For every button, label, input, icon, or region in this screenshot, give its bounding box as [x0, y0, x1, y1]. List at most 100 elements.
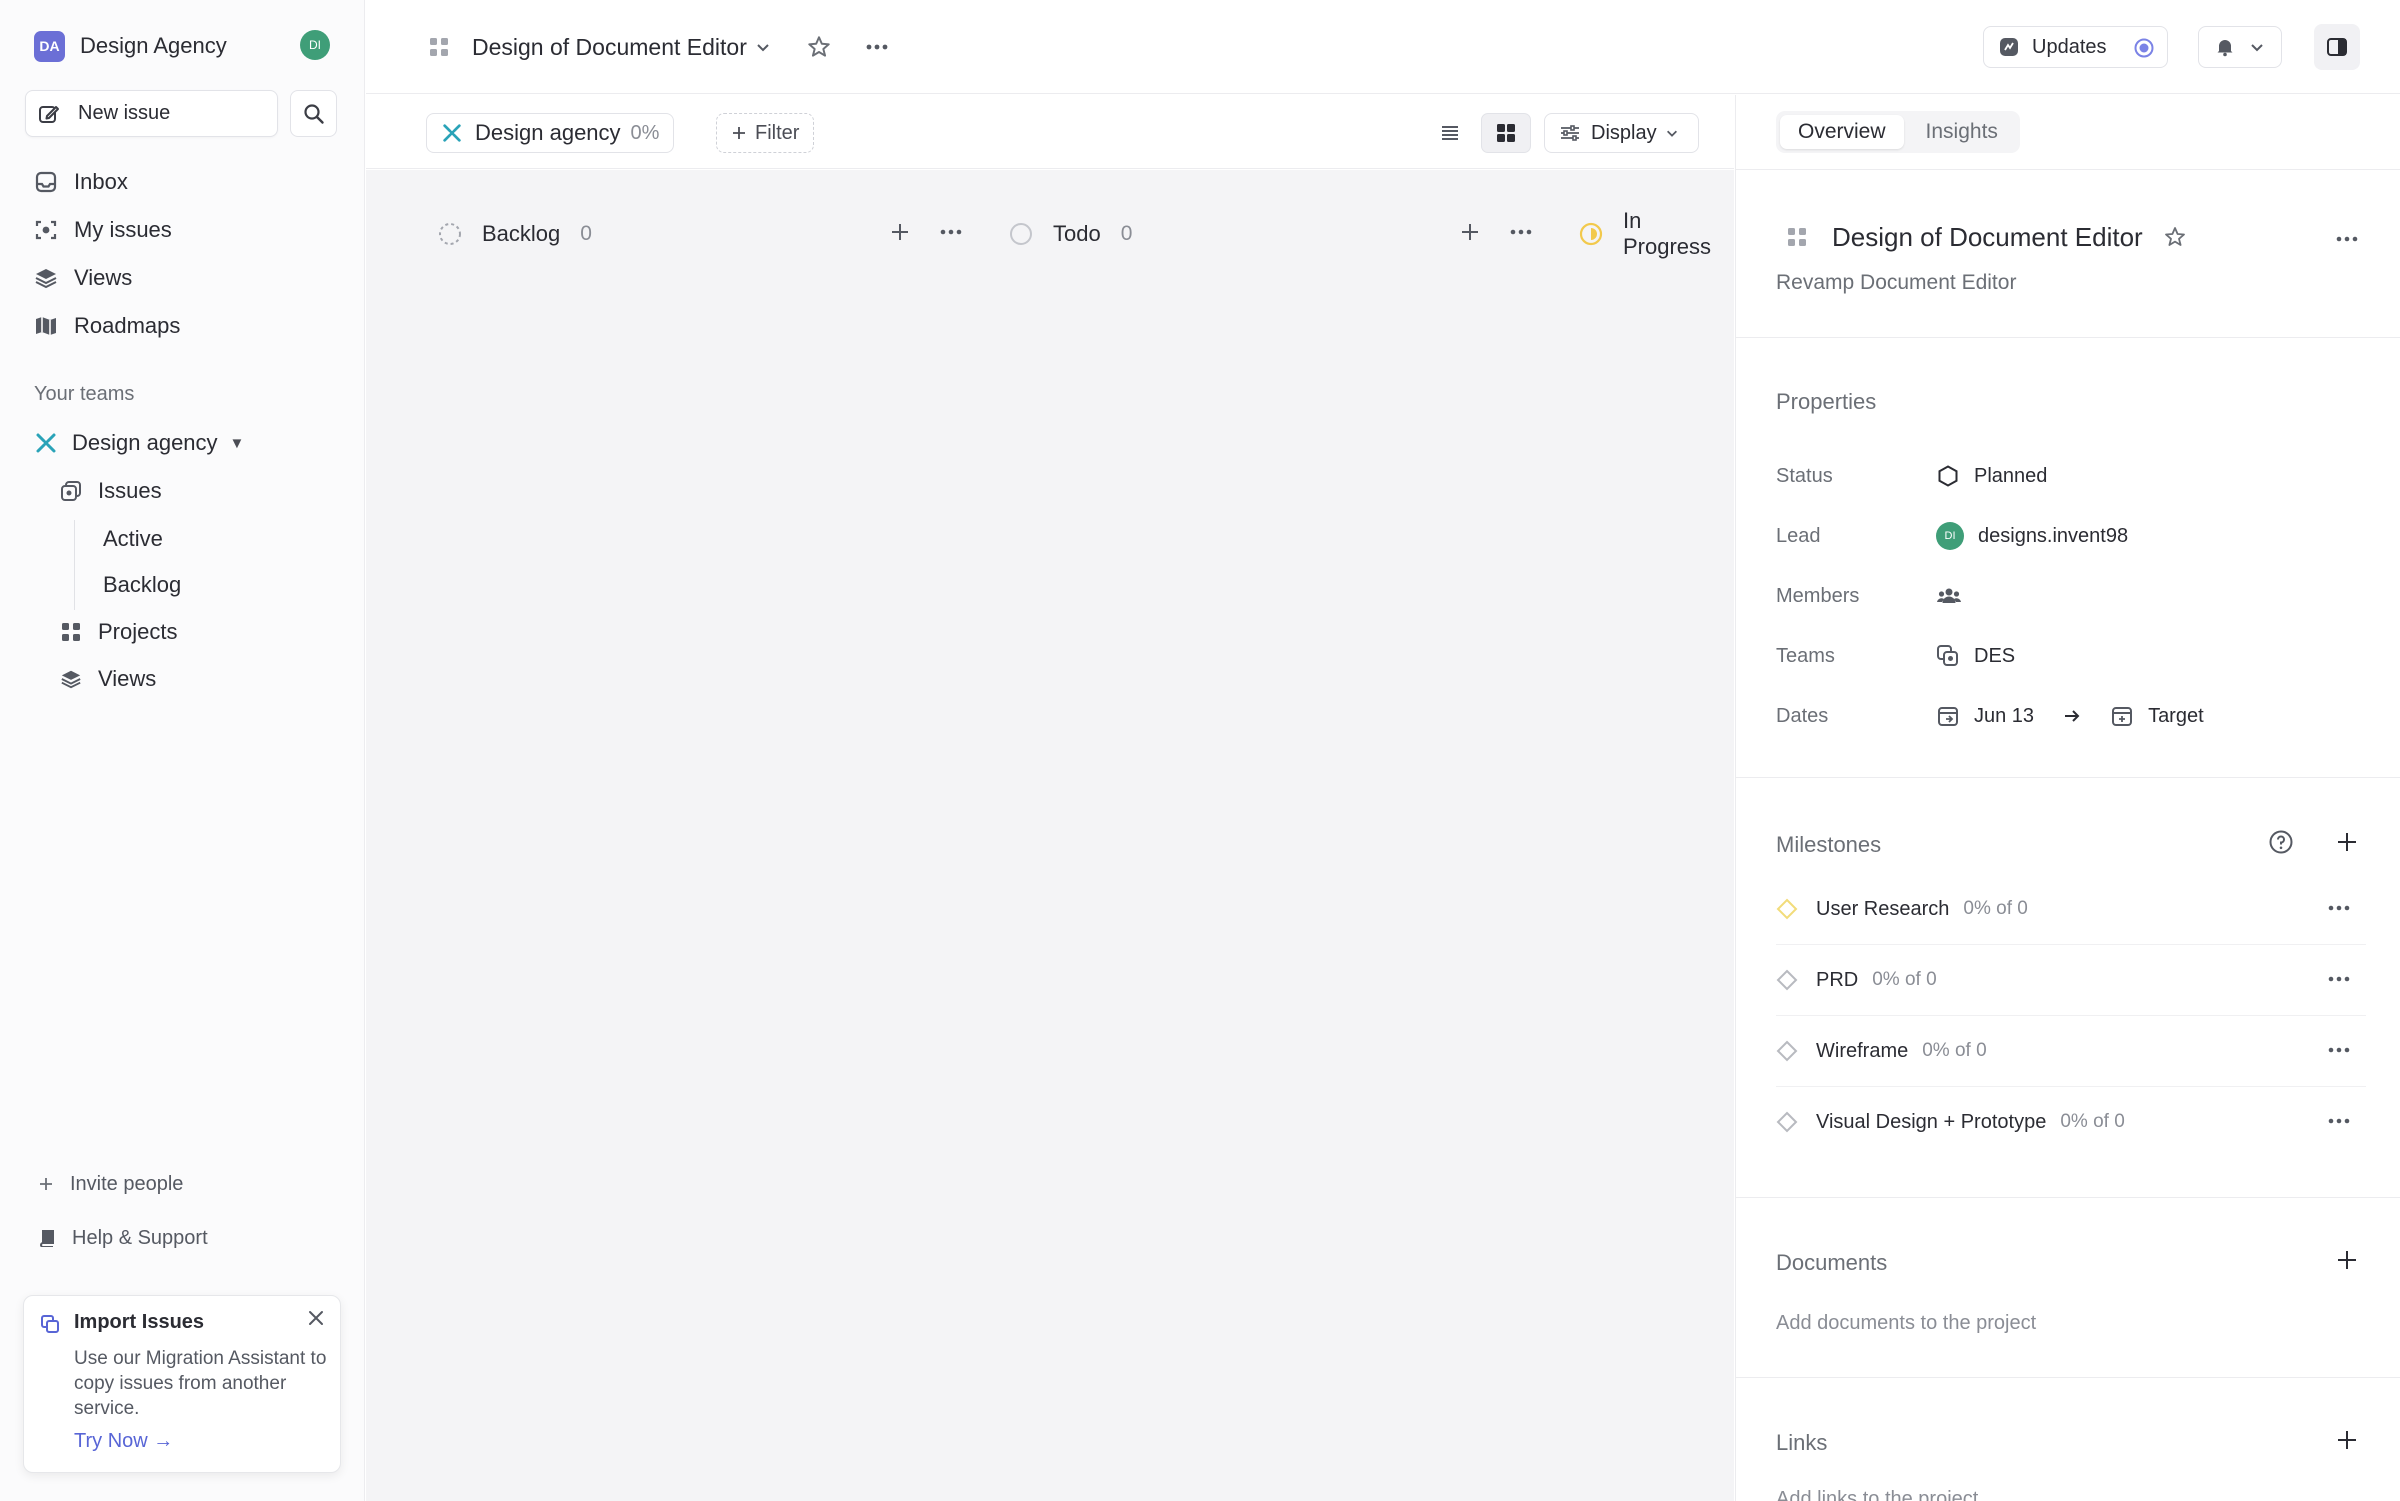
- milestone-name: Wireframe: [1816, 1039, 1909, 1062]
- divider: [1736, 1197, 2400, 1198]
- sidebar-item-inbox[interactable]: Inbox: [34, 162, 128, 202]
- documents-hint[interactable]: Add documents to the project: [1776, 1312, 2036, 1335]
- lead-value[interactable]: DI designs.invent98: [1936, 522, 2128, 550]
- status-value[interactable]: Planned: [1936, 464, 2047, 488]
- project-title-menu[interactable]: Design of Document Editor: [428, 28, 771, 66]
- workspace-logo: DA: [34, 30, 65, 62]
- favorite-star-icon[interactable]: [806, 34, 832, 60]
- sidebar-item-roadmaps[interactable]: Roadmaps: [34, 306, 180, 346]
- milestone-progress: 0% of 0: [1872, 969, 1937, 990]
- list-view-button[interactable]: [1425, 113, 1475, 153]
- plus-icon: [731, 125, 747, 141]
- sidebar-item-label: Backlog: [103, 572, 182, 597]
- milestone-row[interactable]: Wireframe 0% of 0: [1776, 1016, 2366, 1086]
- grid-icon: [60, 621, 82, 643]
- sidebar-item-my-issues[interactable]: My issues: [34, 210, 172, 250]
- column-count: 0: [1120, 222, 1133, 245]
- properties-heading: Properties: [1776, 389, 1877, 414]
- more-options-icon[interactable]: [938, 220, 964, 244]
- calendar-plus-icon: [2110, 704, 2134, 728]
- project-description[interactable]: Revamp Document Editor: [1776, 271, 2016, 295]
- property-key: Status: [1776, 464, 1833, 487]
- members-value[interactable]: [1936, 584, 1962, 608]
- status-text: Planned: [1974, 464, 2048, 487]
- updates-button[interactable]: Updates: [1983, 26, 2168, 68]
- import-icon: [40, 1314, 60, 1334]
- map-icon: [34, 314, 58, 338]
- milestone-diamond-icon: [1776, 1111, 1798, 1133]
- property-key: Dates: [1776, 704, 1829, 727]
- add-issue-icon[interactable]: [1458, 220, 1482, 244]
- milestone-row[interactable]: Visual Design + Prototype 0% of 0: [1776, 1087, 2366, 1157]
- target-icon: [34, 218, 58, 242]
- calendar-icon: [1936, 704, 1960, 728]
- property-key: Teams: [1776, 644, 1835, 667]
- milestone-row[interactable]: PRD 0% of 0: [1776, 945, 2366, 1015]
- workspace-switcher[interactable]: DA Design Agency DI: [34, 28, 330, 64]
- column-count: 0: [580, 222, 592, 245]
- teams-value[interactable]: DES: [1936, 644, 2015, 668]
- tab-overview[interactable]: Overview: [1780, 115, 1904, 149]
- more-options-icon[interactable]: [2334, 231, 2360, 247]
- divider: [1736, 1377, 2400, 1378]
- more-options-icon[interactable]: [2326, 1042, 2352, 1058]
- sidebar-item-label: My issues: [74, 217, 172, 242]
- invite-people-button[interactable]: Invite people: [38, 1167, 183, 1201]
- more-options-icon[interactable]: [864, 34, 890, 60]
- backlog-status-icon: [438, 222, 462, 246]
- links-hint[interactable]: Add links to the project: [1776, 1488, 1978, 1501]
- top-bar: Design of Document Editor Updates: [366, 0, 2400, 94]
- tab-insights[interactable]: Insights: [1908, 115, 2016, 149]
- target-date-value[interactable]: Target: [2110, 704, 2204, 728]
- add-milestone-icon[interactable]: [2334, 829, 2360, 855]
- filter-button[interactable]: Filter: [716, 113, 815, 153]
- more-options-icon[interactable]: [2326, 900, 2352, 916]
- help-circle-icon[interactable]: [2268, 829, 2294, 855]
- import-title: Import Issues: [74, 1311, 205, 1333]
- try-now-link[interactable]: Try Now →: [74, 1430, 173, 1453]
- sidebar-item-views[interactable]: Views: [34, 258, 132, 298]
- notifications-button[interactable]: [2198, 26, 2282, 68]
- sidebar-item-issues[interactable]: Issues: [60, 472, 162, 510]
- property-members: Members: [1776, 579, 2336, 613]
- status-ring-icon: [2133, 37, 2155, 59]
- sidebar: DA Design Agency DI New issue Inbox My i…: [0, 0, 365, 1501]
- add-issue-icon[interactable]: [888, 220, 912, 244]
- sidebar-item-projects[interactable]: Projects: [60, 613, 177, 651]
- column-actions-backlog: [888, 220, 964, 244]
- plus-icon: [38, 1176, 54, 1192]
- close-icon[interactable]: [306, 1308, 326, 1328]
- team-filter-chip[interactable]: Design agency 0%: [426, 113, 675, 153]
- arrow-right-icon: [2062, 706, 2082, 726]
- milestone-diamond-icon: [1776, 1040, 1798, 1062]
- start-date-value[interactable]: Jun 13: [1936, 704, 2034, 728]
- sidebar-item-active[interactable]: Active: [87, 520, 163, 558]
- compose-icon: [38, 103, 60, 125]
- sidebar-team-design-agency[interactable]: Design agency ▼: [34, 423, 244, 463]
- toggle-details-panel-button[interactable]: [2314, 24, 2360, 70]
- property-lead: Lead DI designs.invent98: [1776, 519, 2336, 553]
- sidebar-panel-icon: [2325, 35, 2349, 59]
- add-link-icon[interactable]: [2334, 1427, 2360, 1453]
- column-header-todo: Todo 0: [1009, 216, 1132, 252]
- new-issue-button[interactable]: New issue: [25, 90, 278, 137]
- more-options-icon[interactable]: [2326, 971, 2352, 987]
- favorite-star-icon[interactable]: [2163, 225, 2187, 249]
- milestone-row[interactable]: User Research 0% of 0: [1776, 874, 2366, 944]
- column-actions-todo: [1458, 220, 1534, 244]
- sidebar-item-backlog[interactable]: Backlog: [87, 566, 181, 604]
- search-button[interactable]: [290, 90, 337, 137]
- add-document-icon[interactable]: [2334, 1247, 2360, 1273]
- user-avatar[interactable]: DI: [300, 30, 330, 60]
- lead-avatar: DI: [1936, 522, 1964, 550]
- sidebar-item-team-views[interactable]: Views: [60, 660, 156, 698]
- help-support-button[interactable]: Help & Support: [38, 1221, 208, 1255]
- more-options-icon[interactable]: [2326, 1113, 2352, 1129]
- display-options-button[interactable]: Display: [1544, 113, 1699, 153]
- view-mode-toggle: [1425, 113, 1535, 153]
- column-name: Todo: [1053, 221, 1101, 246]
- board-view-button[interactable]: [1481, 113, 1531, 153]
- more-options-icon[interactable]: [1508, 220, 1534, 244]
- panel-project-title[interactable]: Design of Document Editor: [1832, 222, 2143, 253]
- team-chip-progress: 0%: [630, 121, 660, 144]
